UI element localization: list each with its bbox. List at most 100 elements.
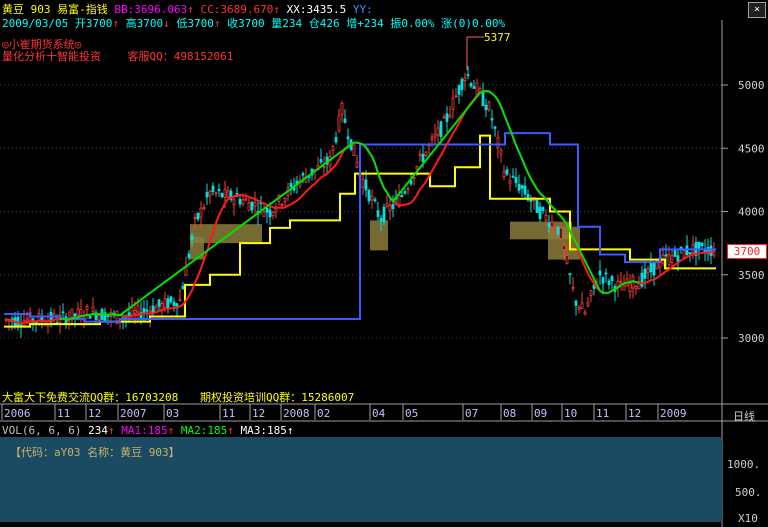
candle-body <box>451 98 455 110</box>
candle-body <box>508 180 512 184</box>
candle-body <box>580 302 584 310</box>
volume-tick-x10: X10 <box>738 512 758 525</box>
x-tick-label: 2009 <box>660 407 687 420</box>
promo-qq-group: 大富大下免费交流QQ群：16703208 <box>2 391 179 404</box>
quote-line: 2009/03/05 开3700↑ 高3700↓ 低3700↑ 收3700 量2… <box>2 17 506 30</box>
x-tick-label: 10 <box>564 407 577 420</box>
candle-body <box>481 91 485 106</box>
candle-body <box>559 227 563 239</box>
ma1-value: MA1:185 <box>121 424 168 437</box>
candle-body <box>280 203 284 206</box>
candle-body <box>190 235 194 240</box>
candle-body <box>652 262 656 276</box>
candle-body <box>502 171 506 177</box>
volume-code-info: 【代码：aY03 名称：黄豆 903】 <box>10 446 180 459</box>
candle-body <box>376 210 380 217</box>
candle-body <box>484 104 488 111</box>
candle-body <box>565 255 569 264</box>
candle-body <box>421 153 425 163</box>
candle-body <box>667 254 671 265</box>
candle-body <box>211 185 215 192</box>
candle-body <box>214 192 218 195</box>
candle-body <box>79 308 83 320</box>
x-tick-label: 02 <box>317 407 330 420</box>
candle-body <box>463 77 467 81</box>
candle-body <box>643 268 647 279</box>
candle-body <box>505 169 509 175</box>
x-tick-label: 12 <box>88 407 101 420</box>
candle-body <box>253 202 257 207</box>
candle-body <box>490 118 494 121</box>
quote-change: 涨(0)0.00% <box>441 17 506 30</box>
xx-value: XX:3435.5 <box>286 3 347 16</box>
candle-body <box>73 313 77 317</box>
candle-body <box>541 207 545 211</box>
candle-body <box>382 206 386 222</box>
candle-body <box>664 254 668 257</box>
candle-body <box>550 221 554 228</box>
yy-value: YY: <box>352 3 373 16</box>
x-tick-label: 11 <box>222 407 235 420</box>
volume-params: VOL(6, 6, 6) <box>2 424 82 437</box>
candle-body <box>238 199 242 205</box>
period-day-button[interactable]: 日线 <box>733 408 755 424</box>
candle-body <box>514 177 518 184</box>
candle-body <box>424 151 428 157</box>
candle-body <box>400 195 404 197</box>
candle-body <box>544 214 548 221</box>
quote-low: 低3700 <box>176 17 214 30</box>
candle-body <box>487 101 491 111</box>
candle-body <box>157 299 161 307</box>
candle-body <box>268 209 272 218</box>
candle-body <box>628 282 632 293</box>
y-tick-label: 3000 <box>738 332 765 345</box>
candle-body <box>250 201 254 211</box>
promo-training: 期权投资培训QQ群：15286007 <box>200 391 355 404</box>
candle-body <box>370 195 374 201</box>
y-tick-label: 3500 <box>738 269 765 282</box>
candle-body <box>16 316 20 326</box>
candle-body <box>169 296 173 303</box>
close-button[interactable]: × <box>748 2 766 18</box>
candle-body <box>223 188 227 198</box>
candle-body <box>352 144 356 156</box>
ma2-value: MA2:185 <box>180 424 228 437</box>
candle-body <box>181 285 185 290</box>
x-tick-label: 08 <box>503 407 516 420</box>
candle-body <box>469 82 473 87</box>
candle-body <box>265 207 269 213</box>
candle-body <box>199 207 203 218</box>
candle-body <box>646 267 650 274</box>
candle-body <box>415 166 419 170</box>
indicator-name[interactable]: 易富-指钱 <box>57 3 108 16</box>
candle-body <box>136 304 140 313</box>
candle-body <box>571 286 575 289</box>
candle-body <box>547 222 551 228</box>
x-tick-label: 2008 <box>283 407 310 420</box>
candle-body <box>604 272 608 275</box>
candle-body <box>391 204 395 209</box>
x-tick-label: 2007 <box>120 407 147 420</box>
candle-body <box>634 286 638 290</box>
candle-body <box>172 301 176 307</box>
candle-body <box>439 121 443 137</box>
candle-body <box>196 212 200 220</box>
candle-body <box>601 277 605 284</box>
instrument-code: 903 <box>30 3 51 16</box>
candle-body <box>247 202 251 211</box>
candle-body <box>340 103 344 115</box>
volume-tick-1000: 1000. <box>727 458 761 471</box>
candle-body <box>385 203 389 207</box>
candle-body <box>577 306 581 310</box>
candle-body <box>163 298 167 309</box>
candle-body <box>598 270 602 276</box>
candle-body <box>355 161 359 168</box>
candle-body <box>226 190 230 198</box>
candle-body <box>586 302 590 306</box>
candle-body <box>388 204 392 212</box>
candle-body <box>688 252 692 255</box>
candle-body <box>568 273 572 276</box>
last-price-badge: 3700 <box>727 244 767 259</box>
candle-body <box>262 211 266 217</box>
candle-body <box>283 197 287 202</box>
